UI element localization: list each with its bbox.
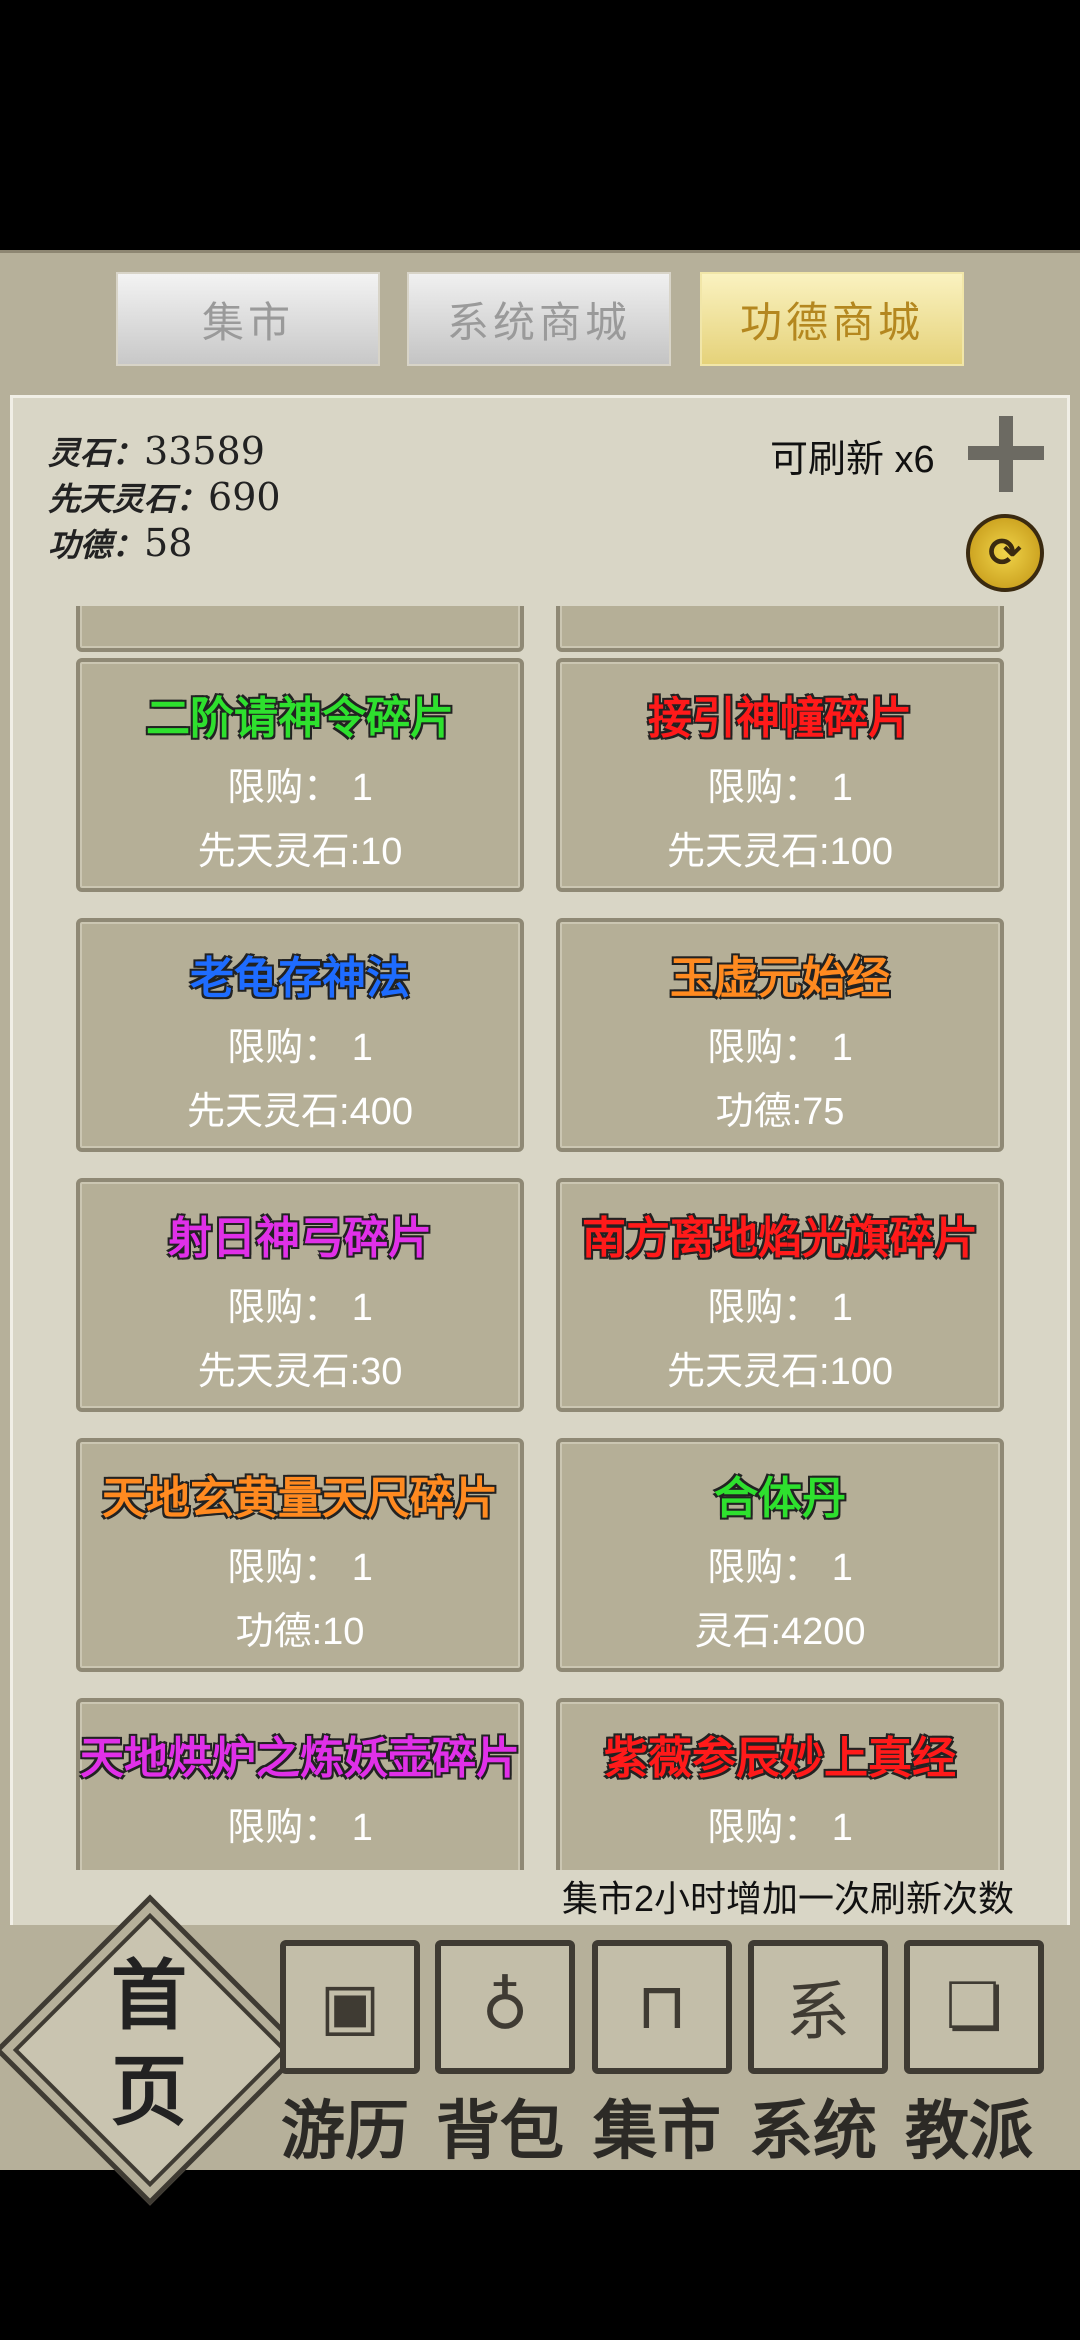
- item-price: 功德:75: [715, 1091, 845, 1133]
- item-grid[interactable]: 二阶请神令碎片限购： 1 先天灵石:10 接引神幢碎片限购： 1 先天灵石:100 老龟…: [60, 606, 1020, 1870]
- system-button[interactable]: 系: [748, 1940, 888, 2074]
- item-price: 先天灵石:30: [80, 1860, 520, 1870]
- nav-label-bag: 背包: [436, 2094, 564, 2169]
- item-name: 天地烘炉之炼妖壶碎片: [80, 1734, 520, 1783]
- item-purchase-limit: 限购： 1: [707, 1547, 853, 1589]
- item-purchase-limit: 限购： 1: [707, 1287, 853, 1329]
- item-name: 天地玄黄量天尺碎片: [102, 1474, 498, 1523]
- merit-balance: 功德：58: [48, 520, 192, 566]
- sect-button[interactable]: ❏: [904, 1940, 1044, 2074]
- spirit-stone-label: 灵石：: [48, 434, 145, 472]
- add-refresh-button[interactable]: [968, 416, 1044, 492]
- tab-market[interactable]: 集市: [116, 272, 380, 366]
- market-button[interactable]: ⊓: [592, 1940, 732, 2074]
- item-price: 先天灵石:400: [187, 1091, 413, 1133]
- bag-button[interactable]: ♁: [435, 1940, 575, 2074]
- innate-stone-value: 690: [208, 475, 281, 519]
- item-purchase-limit: 限购： 1: [227, 1287, 373, 1329]
- item-card[interactable]: 接引神幢碎片限购： 1 先天灵石:100: [556, 658, 1004, 892]
- item-purchase-limit: 限购： 1: [227, 1547, 373, 1589]
- spirit-stone-balance: 灵石：33589: [48, 428, 265, 474]
- item-price: 先天灵石:100: [667, 1351, 893, 1393]
- item-purchase-limit: 限购： 1: [227, 1027, 373, 1069]
- merit-value: 58: [144, 521, 193, 565]
- item-name: 南方离地焰光旗碎片: [582, 1214, 978, 1263]
- refresh-info-note: 集市2小时增加一次刷新次数: [562, 1878, 1015, 1919]
- screen: 集市 系统商城 功德商城 灵石：33589 先天灵石：690 功德：58 可刷新…: [0, 0, 1080, 2340]
- item-card[interactable]: 南方离地焰光旗碎片限购： 1 先天灵石:100: [556, 1178, 1004, 1412]
- item-card[interactable]: 玉虚元始经限购： 1 功德:75: [556, 918, 1004, 1152]
- item-card-partial[interactable]: [556, 606, 1004, 652]
- item-purchase-limit: 限购： 1: [707, 1807, 853, 1849]
- system-seal-icon: 系: [786, 1976, 850, 2050]
- item-purchase-limit: 限购： 1: [227, 1807, 373, 1849]
- item-price: 先天灵石:100: [667, 831, 893, 873]
- item-purchase-limit: 限购： 1: [707, 1027, 853, 1069]
- item-purchase-limit: 限购： 1: [227, 767, 373, 809]
- refresh-icon[interactable]: ⟳: [966, 514, 1044, 592]
- travel-button[interactable]: ▣: [280, 1940, 420, 2074]
- item-name: 合体丹: [714, 1474, 846, 1523]
- chest-icon: ▣: [319, 1970, 381, 2044]
- item-name: 紫薇参辰妙上真经: [604, 1734, 956, 1783]
- merit-label: 功德：: [48, 526, 145, 564]
- item-name: 二阶请神令碎片: [146, 694, 454, 743]
- item-price: 先天灵石:10: [197, 831, 403, 873]
- item-name: 接引神幢碎片: [648, 694, 912, 743]
- item-name: 玉虚元始经: [670, 954, 890, 1003]
- stall-icon: ⊓: [637, 1970, 687, 2044]
- nav-label-market: 集市: [593, 2094, 721, 2169]
- spirit-stone-value: 33589: [144, 429, 265, 473]
- item-card[interactable]: 天地烘炉之炼妖壶碎片限购： 1 先天灵石:30: [76, 1698, 524, 1870]
- nav-label-sect: 教派: [905, 2094, 1033, 2169]
- item-price: 灵石:4200: [694, 1611, 866, 1653]
- item-price: 功德:10: [235, 1611, 365, 1653]
- item-card[interactable]: 紫薇参辰妙上真经限购： 1 功德:25: [556, 1698, 1004, 1870]
- item-name: 射日神弓碎片: [168, 1214, 432, 1263]
- tab-merit-shop[interactable]: 功德商城: [700, 272, 964, 366]
- item-card[interactable]: 二阶请神令碎片限购： 1 先天灵石:10: [76, 658, 524, 892]
- tab-system-shop[interactable]: 系统商城: [407, 272, 671, 366]
- bag-icon: ♁: [481, 1970, 529, 2044]
- item-price: 先天灵石:30: [197, 1351, 403, 1393]
- item-card[interactable]: 合体丹限购： 1 灵石:4200: [556, 1438, 1004, 1672]
- refresh-count: 可刷新 x6: [770, 439, 935, 481]
- item-card[interactable]: 射日神弓碎片限购： 1 先天灵石:30: [76, 1178, 524, 1412]
- item-card-partial[interactable]: [76, 606, 524, 652]
- book-icon: ❏: [945, 1970, 1003, 2044]
- item-name: 老龟存神法: [190, 954, 410, 1003]
- innate-stone-balance: 先天灵石：690: [48, 474, 281, 520]
- item-card[interactable]: 老龟存神法限购： 1 先天灵石:400: [76, 918, 524, 1152]
- nav-label-travel: 游历: [281, 2094, 409, 2169]
- innate-stone-label: 先天灵石：: [48, 480, 209, 518]
- item-price: 功德:25: [560, 1860, 1000, 1870]
- item-purchase-limit: 限购： 1: [707, 767, 853, 809]
- nav-label-system: 系统: [749, 2094, 877, 2169]
- home-label: 首页: [111, 1951, 187, 2136]
- item-card[interactable]: 天地玄黄量天尺碎片限购： 1 功德:10: [76, 1438, 524, 1672]
